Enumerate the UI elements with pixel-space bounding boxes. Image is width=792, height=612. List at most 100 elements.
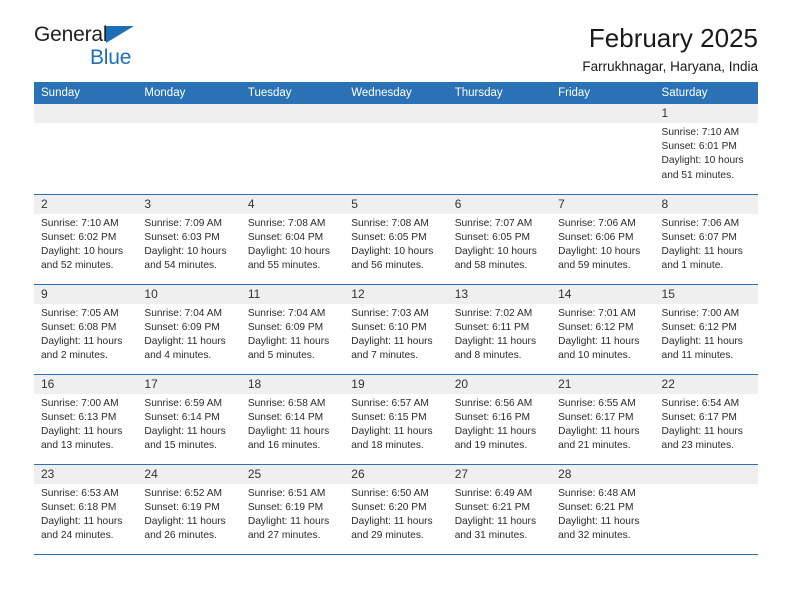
day-cell[interactable]: 16 Sunrise: 7:00 AM Sunset: 6:13 PM Dayl…: [34, 374, 138, 465]
day-cell[interactable]: 27 Sunrise: 6:49 AM Sunset: 6:21 PM Dayl…: [447, 464, 552, 555]
daylight-text: Daylight: 10 hours and 51 minutes.: [661, 155, 744, 181]
sunset-text: Sunset: 6:21 PM: [454, 501, 531, 513]
day-cell[interactable]: 15 Sunrise: 7:00 AM Sunset: 6:12 PM Dayl…: [654, 284, 758, 375]
sunrise-text: Sunrise: 7:08 AM: [351, 217, 429, 229]
weekday-header-tuesday: Tuesday: [240, 82, 345, 104]
day-info: Sunrise: 7:07 AM Sunset: 6:05 PM Dayligh…: [448, 214, 551, 274]
sunset-text: Sunset: 6:05 PM: [454, 231, 531, 243]
daylight-text: Daylight: 10 hours and 54 minutes.: [144, 245, 227, 272]
day-cell[interactable]: [447, 104, 552, 195]
weekday-header-sunday: Sunday: [34, 82, 138, 104]
day-info: Sunrise: 7:00 AM Sunset: 6:13 PM Dayligh…: [34, 394, 137, 454]
sunrise-text: Sunrise: 6:48 AM: [558, 487, 636, 499]
daylight-text: Daylight: 10 hours and 52 minutes.: [41, 245, 124, 272]
daylight-text: Daylight: 11 hours and 19 minutes.: [454, 425, 537, 452]
day-cell[interactable]: 19 Sunrise: 6:57 AM Sunset: 6:15 PM Dayl…: [344, 374, 448, 465]
day-cell[interactable]: 23 Sunrise: 6:53 AM Sunset: 6:18 PM Dayl…: [34, 464, 138, 555]
daylight-text: Daylight: 11 hours and 7 minutes.: [351, 335, 433, 362]
day-info: Sunrise: 6:55 AM Sunset: 6:17 PM Dayligh…: [551, 394, 654, 454]
day-cell[interactable]: 8 Sunrise: 7:06 AM Sunset: 6:07 PM Dayli…: [654, 194, 758, 285]
day-cell[interactable]: 24 Sunrise: 6:52 AM Sunset: 6:19 PM Dayl…: [137, 464, 241, 555]
day-number: 7: [551, 194, 655, 214]
day-cell[interactable]: 26 Sunrise: 6:50 AM Sunset: 6:20 PM Dayl…: [344, 464, 448, 555]
calendar-body: 1 Sunrise: 7:10 AM Sunset: 6:01 PM Dayli…: [34, 104, 758, 555]
day-info: Sunrise: 7:02 AM Sunset: 6:11 PM Dayligh…: [448, 304, 551, 364]
day-cell[interactable]: 3 Sunrise: 7:09 AM Sunset: 6:03 PM Dayli…: [137, 194, 241, 285]
day-number: [344, 104, 448, 123]
day-cell[interactable]: 5 Sunrise: 7:08 AM Sunset: 6:05 PM Dayli…: [344, 194, 448, 285]
weekday-header-saturday: Saturday: [654, 82, 758, 104]
sunrise-text: Sunrise: 6:55 AM: [558, 397, 636, 409]
daylight-text: Daylight: 11 hours and 18 minutes.: [351, 425, 433, 452]
day-cell[interactable]: 9 Sunrise: 7:05 AM Sunset: 6:08 PM Dayli…: [34, 284, 138, 375]
sunset-text: Sunset: 6:06 PM: [558, 231, 634, 243]
day-cell[interactable]: 25 Sunrise: 6:51 AM Sunset: 6:19 PM Dayl…: [240, 464, 345, 555]
day-cell[interactable]: 22 Sunrise: 6:54 AM Sunset: 6:17 PM Dayl…: [654, 374, 758, 465]
day-cell[interactable]: 21 Sunrise: 6:55 AM Sunset: 6:17 PM Dayl…: [551, 374, 655, 465]
day-cell[interactable]: 2 Sunrise: 7:10 AM Sunset: 6:02 PM Dayli…: [34, 194, 138, 285]
daylight-text: Daylight: 10 hours and 58 minutes.: [454, 245, 537, 272]
day-number: 28: [551, 464, 655, 484]
day-info: Sunrise: 6:56 AM Sunset: 6:16 PM Dayligh…: [448, 394, 551, 454]
day-cell[interactable]: 18 Sunrise: 6:58 AM Sunset: 6:14 PM Dayl…: [240, 374, 345, 465]
day-cell[interactable]: [34, 104, 138, 195]
sunrise-text: Sunrise: 7:09 AM: [144, 217, 223, 229]
day-info: Sunrise: 7:08 AM Sunset: 6:04 PM Dayligh…: [241, 214, 344, 274]
calendar-page: General Blue February 2025 Farrukhnagar,…: [0, 0, 792, 612]
sunrise-text: Sunrise: 7:02 AM: [454, 307, 533, 319]
sunset-text: Sunset: 6:19 PM: [144, 501, 220, 513]
day-number: 4: [240, 194, 345, 214]
day-cell[interactable]: 13 Sunrise: 7:02 AM Sunset: 6:11 PM Dayl…: [447, 284, 552, 375]
day-info: [551, 123, 654, 126]
sunrise-text: Sunrise: 7:05 AM: [41, 307, 119, 319]
daylight-text: Daylight: 11 hours and 4 minutes.: [144, 335, 226, 362]
sunrise-text: Sunrise: 6:51 AM: [247, 487, 326, 499]
day-cell[interactable]: [137, 104, 241, 195]
day-cell[interactable]: 20 Sunrise: 6:56 AM Sunset: 6:16 PM Dayl…: [447, 374, 552, 465]
day-cell[interactable]: 6 Sunrise: 7:07 AM Sunset: 6:05 PM Dayli…: [447, 194, 552, 285]
day-cell[interactable]: 7 Sunrise: 7:06 AM Sunset: 6:06 PM Dayli…: [551, 194, 655, 285]
day-info: [241, 123, 344, 126]
day-cell[interactable]: 12 Sunrise: 7:03 AM Sunset: 6:10 PM Dayl…: [344, 284, 448, 375]
day-number: [551, 104, 655, 123]
sunrise-text: Sunrise: 7:03 AM: [351, 307, 429, 319]
day-number: 25: [240, 464, 345, 484]
day-cell[interactable]: 11 Sunrise: 7:04 AM Sunset: 6:09 PM Dayl…: [240, 284, 345, 375]
day-cell[interactable]: [240, 104, 345, 195]
daylight-text: Daylight: 11 hours and 32 minutes.: [558, 515, 640, 542]
day-info: Sunrise: 7:03 AM Sunset: 6:10 PM Dayligh…: [344, 304, 447, 364]
day-number: 19: [344, 374, 448, 394]
sunrise-text: Sunrise: 6:49 AM: [454, 487, 533, 499]
sunset-text: Sunset: 6:17 PM: [661, 411, 737, 423]
day-number: 13: [447, 284, 552, 304]
day-cell[interactable]: 28 Sunrise: 6:48 AM Sunset: 6:21 PM Dayl…: [551, 464, 655, 555]
day-cell[interactable]: [344, 104, 448, 195]
daylight-text: Daylight: 11 hours and 5 minutes.: [247, 335, 330, 362]
logo-word-general: General: [34, 23, 108, 46]
day-number: 9: [34, 284, 138, 304]
day-cell[interactable]: [551, 104, 655, 195]
sunrise-text: Sunrise: 7:00 AM: [661, 307, 740, 319]
day-info: [448, 123, 551, 126]
day-cell[interactable]: 14 Sunrise: 7:01 AM Sunset: 6:12 PM Dayl…: [551, 284, 655, 375]
daylight-text: Daylight: 11 hours and 23 minutes.: [661, 425, 743, 452]
day-number: 14: [551, 284, 655, 304]
day-number: 22: [654, 374, 758, 394]
daylight-text: Daylight: 11 hours and 27 minutes.: [247, 515, 330, 542]
day-number: 21: [551, 374, 655, 394]
day-cell[interactable]: 10 Sunrise: 7:04 AM Sunset: 6:09 PM Dayl…: [137, 284, 241, 375]
sunset-text: Sunset: 6:19 PM: [247, 501, 324, 513]
day-cell[interactable]: 4 Sunrise: 7:08 AM Sunset: 6:04 PM Dayli…: [240, 194, 345, 285]
day-number: 1: [654, 104, 758, 123]
logo-triangle-icon: [106, 26, 134, 43]
calendar-week-row: 2 Sunrise: 7:10 AM Sunset: 6:02 PM Dayli…: [34, 194, 758, 285]
day-number: [34, 104, 138, 123]
calendar-head: Sunday Monday Tuesday Wednesday Thursday…: [34, 82, 758, 104]
day-cell[interactable]: 17 Sunrise: 6:59 AM Sunset: 6:14 PM Dayl…: [137, 374, 241, 465]
day-info: [655, 484, 758, 487]
sunset-text: Sunset: 6:16 PM: [454, 411, 531, 423]
day-cell[interactable]: [654, 464, 758, 555]
day-cell[interactable]: 1 Sunrise: 7:10 AM Sunset: 6:01 PM Dayli…: [654, 104, 758, 195]
daylight-text: Daylight: 11 hours and 2 minutes.: [41, 335, 123, 362]
sunset-text: Sunset: 6:12 PM: [558, 321, 634, 333]
